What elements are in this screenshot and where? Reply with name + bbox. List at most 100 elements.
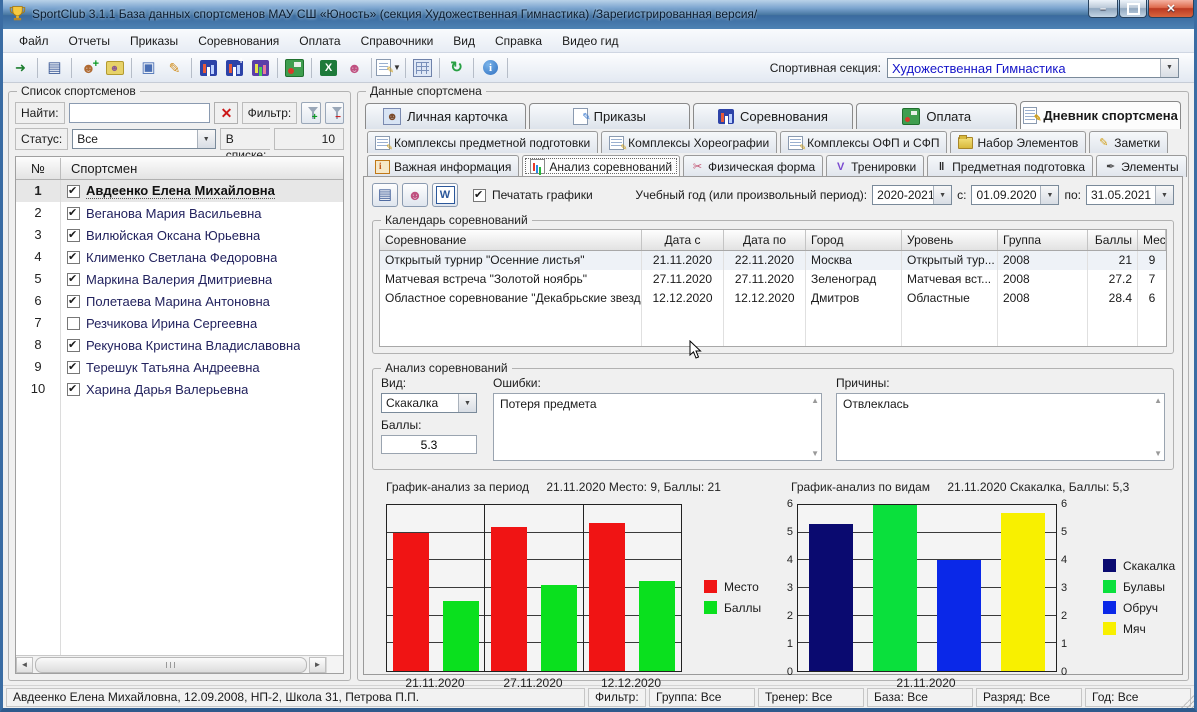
subtab-1[interactable]: Комплексы Хореографии <box>601 131 777 153</box>
table-row[interactable]: Матчевая встреча "Золотой ноябрь"27.11.2… <box>380 270 1166 289</box>
athlete-row[interactable]: 9Терешук Татьяна Андреевна <box>16 356 343 378</box>
subtab-3[interactable]: Тренировки <box>826 155 924 177</box>
tab-2[interactable]: Соревнования <box>693 103 854 129</box>
menu-item-2[interactable]: Приказы <box>120 31 188 51</box>
refresh-button[interactable] <box>444 56 469 80</box>
subtab-0[interactable]: Комплексы предметной подготовки <box>367 131 598 153</box>
subtab-4[interactable]: Заметки <box>1089 131 1168 153</box>
subtab-1[interactable]: Анализ соревнований <box>522 155 680 177</box>
remove-filter-button[interactable]: − <box>325 102 344 124</box>
menu-item-7[interactable]: Справка <box>485 31 552 51</box>
column-header[interactable]: Баллы <box>1088 230 1138 250</box>
athlete-row[interactable]: 1Авдеенко Елена Михайловна <box>16 180 343 202</box>
column-header[interactable]: Соревнование <box>380 230 642 250</box>
subtab-0[interactable]: Важная информация <box>367 155 519 177</box>
tab-3[interactable]: Оплата <box>856 103 1017 129</box>
scroll-right-icon[interactable]: ► <box>309 657 326 673</box>
add-athlete-button[interactable] <box>76 56 101 80</box>
chevron-down-icon[interactable]: ▼ <box>458 394 476 412</box>
notes-menu-button[interactable]: ▼ <box>376 56 401 80</box>
chevron-down-icon[interactable]: ▼ <box>197 130 215 148</box>
add-filter-button[interactable]: + <box>301 102 320 124</box>
chevron-down-icon[interactable]: ▼ <box>393 63 401 72</box>
kind-select[interactable]: Скакалка ▼ <box>381 393 477 413</box>
maximize-button[interactable] <box>1119 0 1147 18</box>
athlete-card-button[interactable] <box>342 56 367 80</box>
errors-textarea[interactable]: Потеря предмета ▲ ▼ <box>493 393 822 461</box>
payment-button[interactable] <box>282 56 307 80</box>
athlete-checkbox[interactable] <box>67 185 80 198</box>
save-button[interactable] <box>372 183 398 207</box>
competitions-chart-button[interactable] <box>196 56 221 80</box>
scroll-up-icon[interactable]: ▲ <box>1154 396 1162 405</box>
sport-section-select[interactable]: Художественная Гимнастика ▼ <box>887 58 1179 78</box>
athlete-row[interactable]: 10Харина Дарья Валерьевна <box>16 378 343 400</box>
column-header[interactable]: Группа <box>998 230 1088 250</box>
score-input[interactable] <box>381 435 477 454</box>
chevron-down-icon[interactable]: ▼ <box>1040 186 1058 204</box>
athlete-checkbox[interactable] <box>67 207 80 220</box>
clear-search-button[interactable]: ✕ <box>214 102 238 124</box>
subtab-4[interactable]: Предметная подготовка <box>927 155 1093 177</box>
table-row[interactable]: Областное соревнование "Декабрьские звез… <box>380 289 1166 308</box>
column-header[interactable]: Дата с <box>642 230 724 250</box>
list-horizontal-scrollbar[interactable]: ◄ ► <box>16 655 343 673</box>
subtab-3[interactable]: Набор Элементов <box>950 131 1086 153</box>
athlete-checkbox[interactable] <box>67 317 80 330</box>
scroll-down-icon[interactable]: ▼ <box>1154 449 1162 458</box>
column-header-num[interactable]: № <box>16 158 61 179</box>
reasons-textarea[interactable]: Отвлеклась ▲ ▼ <box>836 393 1165 461</box>
date-from-select[interactable]: 01.09.2020 ▼ <box>971 185 1059 205</box>
exit-button[interactable] <box>8 56 33 80</box>
save-button[interactable] <box>42 56 67 80</box>
menu-item-5[interactable]: Справочники <box>351 31 444 51</box>
column-header[interactable]: Уровень <box>902 230 998 250</box>
info-button[interactable] <box>478 56 503 80</box>
scrollbar-thumb[interactable] <box>35 657 307 673</box>
grid-button[interactable] <box>410 56 435 80</box>
athlete-checkbox[interactable] <box>67 383 80 396</box>
scroll-down-icon[interactable]: ▼ <box>811 449 819 458</box>
tab-0[interactable]: Личная карточка <box>365 103 526 129</box>
athlete-row[interactable]: 8Рекунова Кристина Владиславовна <box>16 334 343 356</box>
minimize-button[interactable]: – <box>1088 0 1118 18</box>
athlete-row[interactable]: 6Полетаева Марина Антоновна <box>16 290 343 312</box>
scroll-left-icon[interactable]: ◄ <box>16 657 33 673</box>
athlete-row[interactable]: 7Резчикова Ирина Сергеевна <box>16 312 343 334</box>
athlete-checkbox[interactable] <box>67 339 80 352</box>
scroll-up-icon[interactable]: ▲ <box>811 396 819 405</box>
subtab-5[interactable]: Элементы <box>1096 155 1187 177</box>
word-button[interactable] <box>432 183 458 207</box>
chevron-down-icon[interactable]: ▼ <box>933 186 951 204</box>
subtab-2[interactable]: Комплексы ОФП и СФП <box>780 131 947 153</box>
copy-button[interactable] <box>136 56 161 80</box>
athlete-checkbox[interactable] <box>67 295 80 308</box>
tab-4[interactable]: Дневник спортсмена <box>1020 101 1181 129</box>
tab-1[interactable]: Приказы <box>529 103 690 129</box>
menu-item-0[interactable]: Файл <box>9 31 59 51</box>
column-header[interactable]: Город <box>806 230 902 250</box>
menu-item-1[interactable]: Отчеты <box>59 31 120 51</box>
column-header[interactable]: Дата по <box>724 230 806 250</box>
table-row[interactable]: Открытый турнир "Осенние листья"21.11.20… <box>380 251 1166 270</box>
add-competition-button[interactable] <box>222 56 247 80</box>
subtab-2[interactable]: Физическая форма <box>683 155 823 177</box>
menu-item-3[interactable]: Соревнования <box>188 31 289 51</box>
print-graphs-checkbox[interactable] <box>473 189 486 202</box>
athlete-checkbox[interactable] <box>67 229 80 242</box>
close-button[interactable]: ✕ <box>1148 0 1194 18</box>
athlete-checkbox[interactable] <box>67 251 80 264</box>
column-header-name[interactable]: Спортсмен <box>61 161 343 176</box>
athlete-row[interactable]: 5Маркина Валерия Дмитриевна <box>16 268 343 290</box>
status-select[interactable]: Все ▼ <box>72 129 215 149</box>
column-header[interactable]: Место <box>1138 230 1166 250</box>
athlete-checkbox[interactable] <box>67 361 80 374</box>
athlete-checkbox[interactable] <box>67 273 80 286</box>
period-select[interactable]: 2020-2021 ▼ <box>872 185 952 205</box>
athlete-card-button[interactable] <box>402 183 428 207</box>
menu-item-8[interactable]: Видео гид <box>552 31 628 51</box>
menu-item-4[interactable]: Оплата <box>289 31 350 51</box>
edit-button[interactable] <box>162 56 187 80</box>
date-to-select[interactable]: 31.05.2021 ▼ <box>1086 185 1174 205</box>
open-card-button[interactable] <box>102 56 127 80</box>
